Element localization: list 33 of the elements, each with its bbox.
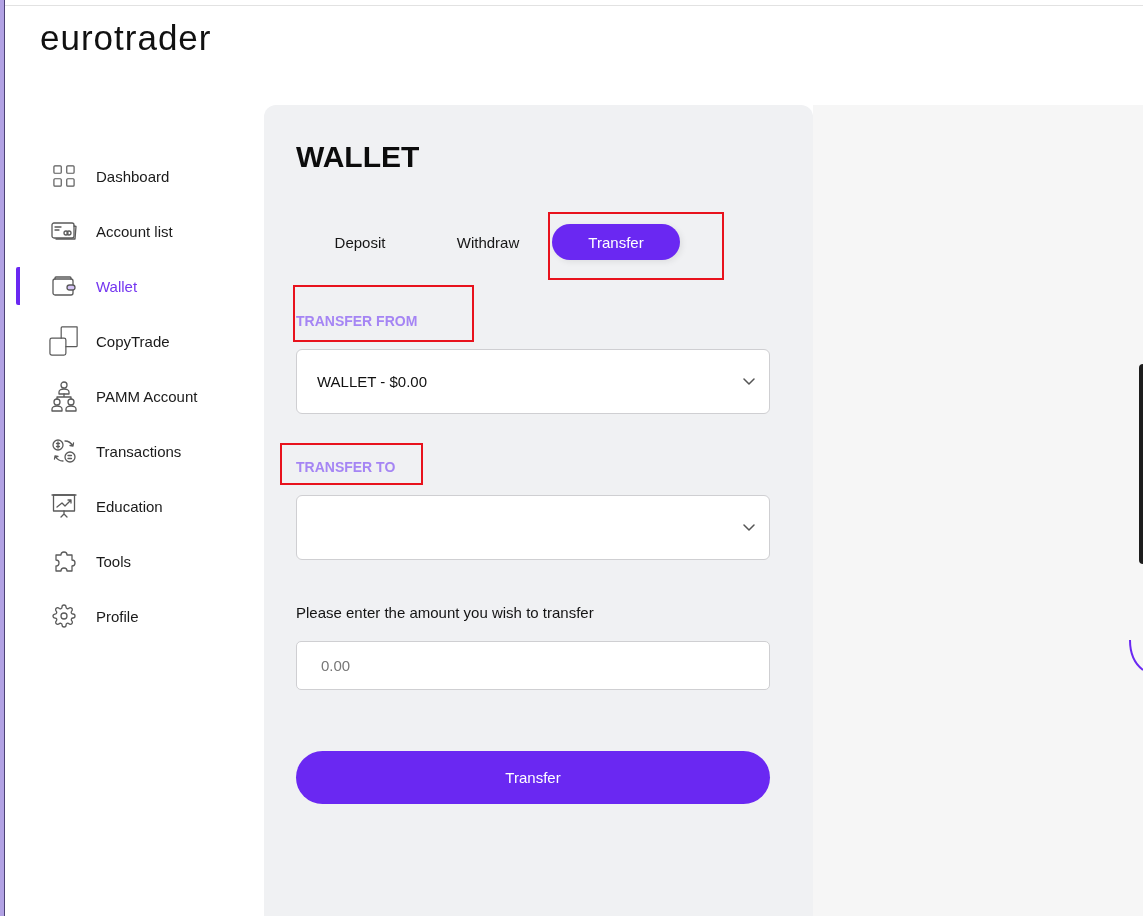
sidebar-item[interactable]: Tools xyxy=(16,542,132,580)
sidebar-item[interactable]: Transactions xyxy=(16,432,182,470)
sidebar-item[interactable]: Education xyxy=(16,487,163,525)
settings-icon xyxy=(52,604,76,628)
chevron-down-icon xyxy=(743,524,755,531)
page-title: WALLET xyxy=(296,139,421,175)
transfer-button[interactable]: Transfer xyxy=(296,751,770,804)
sidebar-item[interactable]: Wallet xyxy=(16,267,138,305)
sidebar-item[interactable]: CopyTrade xyxy=(16,322,170,360)
wallet-icon xyxy=(52,276,76,296)
sidebar-item[interactable]: Dashboard xyxy=(16,157,170,195)
overlapping-squares-icon xyxy=(49,326,79,356)
tab[interactable]: Deposit xyxy=(296,224,424,260)
field-label: TRANSFER FROM xyxy=(296,312,418,331)
amount-input[interactable]: 0.00 xyxy=(296,641,770,690)
field-label: TRANSFER TO xyxy=(296,458,396,477)
card-icon xyxy=(51,222,77,240)
puzzle-icon xyxy=(52,549,76,573)
dropdown-field[interactable]: WALLET - $0.00 xyxy=(296,349,770,414)
sidebar-item[interactable]: PAMM Account xyxy=(16,377,198,415)
dropdown-field[interactable] xyxy=(296,495,770,560)
sidebar-item[interactable]: Profile xyxy=(16,597,139,635)
people-hierarchy-icon xyxy=(51,380,77,412)
tab[interactable]: Transfer xyxy=(552,224,680,260)
brand-logo: eurotrader xyxy=(40,18,212,58)
tab[interactable]: Withdraw xyxy=(424,224,552,260)
grid-icon xyxy=(53,165,75,187)
field-label: Please enter the amount you wish to transfer xyxy=(296,603,594,623)
presentation-chart-icon xyxy=(51,493,77,519)
sidebar-item[interactable]: Account list xyxy=(16,212,173,250)
chevron-down-icon xyxy=(743,378,755,385)
currency-exchange-icon xyxy=(52,439,76,463)
arc-drawing xyxy=(1128,639,1143,671)
